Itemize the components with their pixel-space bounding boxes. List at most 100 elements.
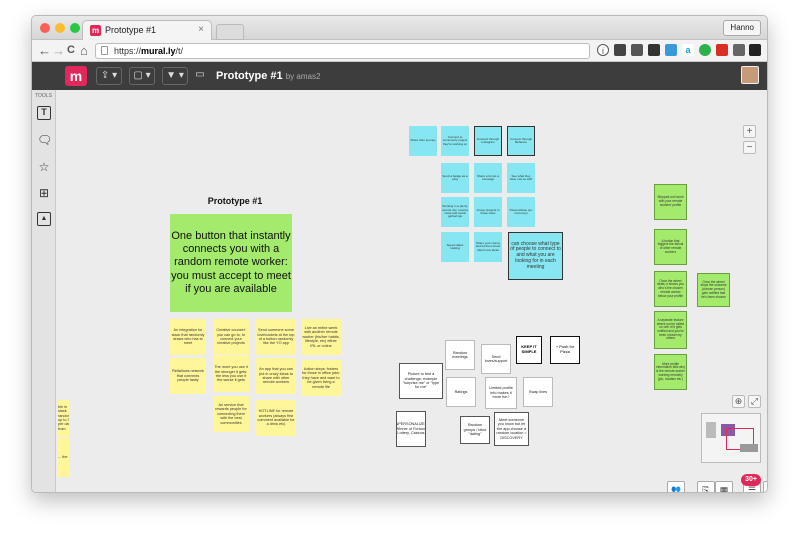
green-note[interactable]: A separate feature where you're called o… [654, 311, 687, 349]
tab-title: Prototype #1 [105, 25, 157, 35]
cyan-note[interactable]: Share a tip (as a message [474, 163, 502, 193]
recenter-icon[interactable]: ⊕ [732, 395, 745, 408]
minimize-window-button[interactable] [55, 23, 65, 33]
frame-button[interactable]: ▢ ▾ [129, 67, 155, 85]
tools-label: TOOLS [35, 93, 52, 99]
address-bar[interactable]: https://mural.ly/t/ [95, 43, 590, 59]
white-note[interactable]: Random groups / blind "dating" [460, 416, 490, 444]
cyan-note[interactable]: Connect through Instagram [474, 126, 502, 156]
yellow-note[interactable]: Send someone some lovebuckets at the top… [256, 319, 296, 355]
expand-icon[interactable]: ⤢ [748, 395, 761, 408]
mural-canvas[interactable]: Prototype #1 One button that instantly c… [57, 90, 767, 492]
tools-sidebar: TOOLS T 🗨 ☆ ⊞ ▲ [32, 90, 56, 492]
info-icon[interactable]: i [597, 44, 609, 56]
online-count-badge: 30+ [741, 474, 761, 486]
zoom-in-button[interactable]: + [743, 125, 756, 138]
home-icon[interactable]: ⌂ [80, 43, 88, 58]
yellow-note[interactable]: An app that you can put in crazy ideas t… [256, 358, 296, 394]
profile-button[interactable]: Hanno [723, 20, 761, 36]
close-window-button[interactable] [40, 23, 50, 33]
alexa-icon[interactable]: a [682, 44, 694, 56]
mural-title: Prototype #1 by amas2 [216, 70, 320, 82]
share-button[interactable]: ⇪ ▾ [96, 67, 122, 85]
white-note[interactable]: Meet someone you know but let the app ch… [494, 412, 529, 446]
cyan-note[interactable]: See what they have met so with [507, 163, 535, 193]
grid-view-icon[interactable]: ▦ [715, 481, 733, 492]
cyan-note[interactable]: Share their journey [409, 126, 437, 156]
inbox-icon[interactable] [749, 44, 761, 56]
yellow-note[interactable]: An integration for slack that randomly d… [170, 319, 206, 355]
yellow-note-partial[interactable]: ... the [57, 437, 69, 477]
green-note[interactable]: Once the wheel deals, it shows you who's… [654, 271, 687, 307]
mural-logo[interactable]: m [65, 66, 87, 86]
forward-icon[interactable]: → [52, 43, 65, 58]
green-note[interactable]: Once the wheel stops the outcome (chosen… [697, 273, 730, 307]
image-tool-icon[interactable]: ▲ [37, 212, 51, 226]
cyan-note-large[interactable]: can choose what type of people to connec… [508, 232, 563, 280]
white-note[interactable]: Picture to test a challenge: example "su… [399, 363, 443, 399]
bold-note[interactable]: KEEP IT SIMPLE [516, 336, 542, 364]
title-bar: m Prototype #1 × Hanno [32, 16, 767, 41]
extension-icon[interactable] [733, 44, 745, 56]
comment-tool-icon[interactable]: 🗨 [37, 133, 52, 147]
chat-icon[interactable]: ▰ [763, 481, 767, 492]
tab-close-icon[interactable]: × [198, 24, 204, 35]
yellow-note[interactable]: Live an entire week with another remote … [301, 319, 341, 355]
yellow-note-partial[interactable]: ble in slack randomly, up to 3 per day, … [57, 400, 69, 436]
zoom-out-button[interactable]: − [743, 141, 756, 154]
white-note[interactable]: Random meetings [445, 340, 475, 370]
cyan-note[interactable]: Share your colony and let them know abou… [474, 232, 502, 262]
url-prefix: https:// [114, 46, 142, 56]
green-note[interactable]: More profile information tells why is th… [654, 354, 687, 390]
present-icon[interactable]: ▭ [192, 67, 208, 85]
yellow-note[interactable]: Action steps: fosters for those in offic… [301, 360, 341, 396]
back-icon[interactable]: ← [38, 43, 51, 58]
white-note[interactable]: Swap lives [523, 377, 553, 407]
minimap[interactable] [701, 413, 761, 463]
bold-note[interactable]: + Push for Pizza [550, 336, 580, 364]
yellow-note[interactable]: Reltallows network that connects people … [170, 358, 206, 394]
yellow-note[interactable]: HOTLINE for remote workers (always first… [256, 400, 296, 436]
new-tab-button[interactable] [216, 24, 244, 40]
user-avatar[interactable] [741, 66, 759, 84]
filter-button[interactable]: ▼ ▾ [162, 67, 188, 85]
yellow-note[interactable]: The more you use it the stronger it gets… [213, 356, 249, 392]
mural-byline: by amas2 [285, 72, 321, 81]
main-idea-note[interactable]: One button that instantly connects you w… [170, 214, 292, 312]
green-note[interactable]: Stripped-out home with your remote worke… [654, 184, 687, 220]
outline-icon[interactable]: ⎘ [697, 481, 715, 492]
green-note[interactable]: A button that triggers the arrival of ot… [654, 229, 687, 265]
collaborators-icon[interactable]: 👥 [667, 481, 685, 492]
mural-favicon-icon: m [90, 25, 101, 36]
lastpass-icon[interactable] [614, 44, 626, 56]
page-icon [101, 46, 108, 55]
buffer-icon[interactable] [648, 44, 660, 56]
grid-tool-icon[interactable]: ⊞ [37, 186, 51, 200]
cyan-note[interactable]: Speed dates rotating [441, 232, 469, 262]
yellow-note[interactable]: Creative counsel: you can go to, to conn… [213, 319, 249, 355]
yellow-note[interactable]: An service that rewards people for conne… [213, 396, 249, 432]
white-note[interactable]: INPERSONALIZED Winner of Fortune Lottery… [396, 411, 426, 447]
pocket-icon[interactable] [631, 44, 643, 56]
cyan-note[interactable]: Group projects in those cities [474, 197, 502, 227]
cyan-note[interactable]: Connect through Behance [507, 126, 535, 156]
evernote-icon[interactable] [699, 44, 711, 56]
cyan-note[interactable]: Send a badge as a ping [441, 163, 469, 193]
maximize-window-button[interactable] [70, 23, 80, 33]
screenshot-icon[interactable] [665, 44, 677, 56]
cyan-note[interactable]: Connect to community project they're wor… [441, 126, 469, 156]
browser-tab[interactable]: m Prototype #1 × [82, 20, 212, 41]
board-heading: Prototype #1 [207, 196, 263, 206]
text-tool-icon[interactable]: T [37, 106, 51, 120]
star-tool-icon[interactable]: ☆ [37, 160, 51, 174]
minimap-region [740, 444, 758, 452]
reload-icon[interactable]: C [67, 43, 75, 58]
gmail-icon[interactable] [716, 44, 728, 56]
cyan-note[interactable]: Travel advice (ex: Currency) [507, 197, 535, 227]
white-note[interactable]: Send loves/support [481, 344, 511, 374]
cyan-note[interactable]: Working in a plenty remote city: receive… [441, 197, 469, 227]
white-note[interactable]: Limited profile info makes it more fun? [485, 377, 517, 409]
browser-window: m Prototype #1 × Hanno ← → C ⌂ https://m… [31, 15, 768, 493]
white-note[interactable]: Ratings [446, 377, 476, 407]
minimap-region [706, 422, 716, 438]
